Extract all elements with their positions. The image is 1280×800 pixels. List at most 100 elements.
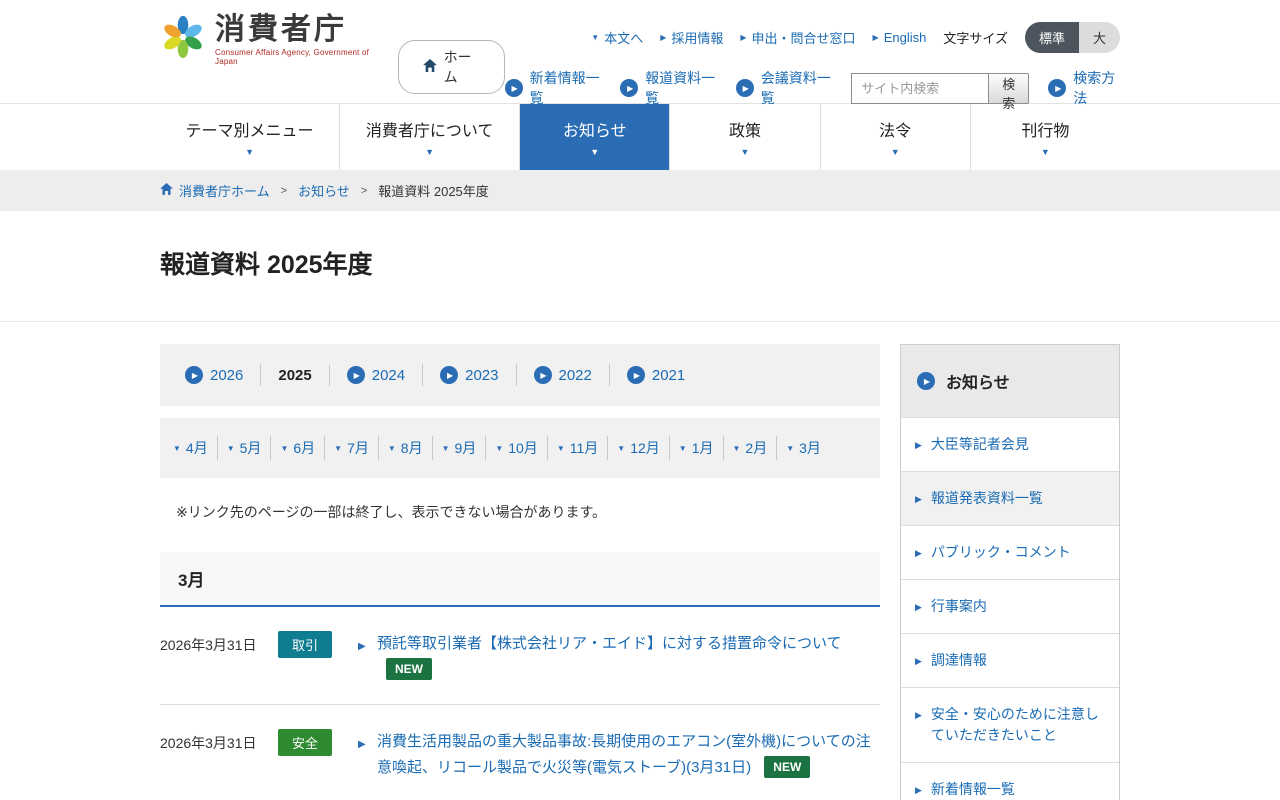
section-header-march: 3月 <box>160 552 880 607</box>
search-button[interactable]: 検索 <box>989 73 1029 104</box>
article-row: 2026年3月31日 取引 ▶ 預託等取引業者【株式会社リア・エイド】に対する措… <box>160 607 880 705</box>
article-link[interactable]: 預託等取引業者【株式会社リア・エイド】に対する措置命令について <box>377 635 842 652</box>
font-size-label: 文字サイズ <box>943 28 1008 47</box>
nav-item-notice[interactable]: お知らせ ▼ <box>519 104 669 170</box>
breadcrumb-separator: > <box>361 185 367 197</box>
article-date: 2026年3月31日 <box>160 631 278 655</box>
circle-arrow-icon: ▶ <box>736 79 754 97</box>
triangle-down-icon: ▼ <box>733 444 741 453</box>
triangle-down-icon: ▼ <box>280 444 288 453</box>
year-tab-2023[interactable]: ▶ 2023 <box>423 364 516 386</box>
sidebar-item-public-comment[interactable]: ▶ パブリック・コメント <box>901 525 1119 579</box>
triangle-right-icon: ▶ <box>915 439 922 453</box>
title-area: 報道資料 2025年度 <box>0 211 1280 322</box>
triangle-down-icon: ▼ <box>786 444 794 453</box>
contact-link[interactable]: ▶ 申出・問合せ窓口 <box>740 28 855 47</box>
search-help-link[interactable]: ▶ 検索方法 <box>1048 68 1120 108</box>
nav-item-policy[interactable]: 政策 ▼ <box>669 104 819 170</box>
triangle-down-icon: ▼ <box>617 444 625 453</box>
breadcrumb-home-link[interactable]: 消費者庁ホーム <box>160 181 270 200</box>
triangle-right-icon: ▶ <box>915 493 922 507</box>
month-link-4[interactable]: ▼ 4月 <box>164 436 218 460</box>
month-link-8[interactable]: ▼ 8月 <box>379 436 433 460</box>
year-tab-2021[interactable]: ▶ 2021 <box>610 364 702 386</box>
year-tab-2025-current: 2025 <box>261 365 329 386</box>
category-badge: 取引 <box>278 631 332 658</box>
breadcrumb-notice-link[interactable]: お知らせ <box>298 181 350 200</box>
circle-arrow-icon: ▶ <box>347 366 365 384</box>
triangle-down-icon: ▼ <box>495 444 503 453</box>
month-link-11[interactable]: ▼ 11月 <box>548 436 608 460</box>
home-button[interactable]: ホーム <box>398 40 505 94</box>
font-size-large-button[interactable]: 大 <box>1079 22 1120 53</box>
month-link-12[interactable]: ▼ 12月 <box>608 436 670 460</box>
year-tab-2024[interactable]: ▶ 2024 <box>330 364 423 386</box>
utility-links: ▼ 本文へ ▶ 採用情報 ▶ 申出・問合せ窓口 ▶ English 文字サイズ <box>591 22 1120 53</box>
triangle-down-icon: ▼ <box>679 444 687 453</box>
circle-arrow-icon: ▶ <box>620 79 638 97</box>
site-search-input[interactable] <box>851 73 989 104</box>
agency-logo-icon <box>160 14 206 65</box>
sidebar-notice-menu: ▶ お知らせ ▶ 大臣等記者会見 ▶ 報道発表資料一覧 ▶ パブリック・コメント… <box>900 344 1120 800</box>
agency-logo[interactable]: 消費者庁 Consumer Affairs Agency, Government… <box>160 13 374 66</box>
month-link-7[interactable]: ▼ 7月 <box>325 436 379 460</box>
triangle-right-icon: ▶ <box>740 33 746 42</box>
new-badge: NEW <box>386 658 432 680</box>
font-size-standard-button[interactable]: 標準 <box>1025 22 1079 53</box>
sidebar-item-press-releases[interactable]: ▶ 報道発表資料一覧 <box>901 471 1119 525</box>
month-filter: ▼ 4月 ▼ 5月 ▼ 6月 ▼ 7月 ▼ 8月 ▼ 9月 <box>160 418 880 478</box>
agency-logo-title: 消費者庁 <box>215 13 374 46</box>
month-link-3[interactable]: ▼ 3月 <box>777 436 830 460</box>
month-link-2[interactable]: ▼ 2月 <box>724 436 778 460</box>
circle-arrow-icon: ▶ <box>440 366 458 384</box>
circle-arrow-icon: ▶ <box>627 366 645 384</box>
triangle-down-icon: ▼ <box>557 444 565 453</box>
month-link-5[interactable]: ▼ 5月 <box>218 436 272 460</box>
sidebar-item-safety-notice[interactable]: ▶ 安全・安心のために注意していただきたいこと <box>901 687 1119 762</box>
sidebar-header-notice[interactable]: ▶ お知らせ <box>901 345 1119 417</box>
triangle-down-icon: ▼ <box>425 148 434 157</box>
month-link-6[interactable]: ▼ 6月 <box>271 436 325 460</box>
year-tab-2022[interactable]: ▶ 2022 <box>517 364 610 386</box>
triangle-right-icon: ▶ <box>915 547 922 561</box>
month-link-1[interactable]: ▼ 1月 <box>670 436 724 460</box>
triangle-down-icon: ▼ <box>173 444 181 453</box>
breadcrumb: 消費者庁ホーム > お知らせ > 報道資料 2025年度 <box>160 181 1120 200</box>
new-info-list-link[interactable]: ▶ 新着情報一覧 <box>505 68 602 108</box>
quick-links-row: ▶ 新着情報一覧 ▶ 報道資料一覧 ▶ 会議資料一覧 検索 ▶ 検索方法 <box>505 68 1120 108</box>
press-list-link[interactable]: ▶ 報道資料一覧 <box>620 68 717 108</box>
nav-item-publications[interactable]: 刊行物 ▼ <box>970 104 1120 170</box>
home-icon <box>160 183 173 198</box>
sidebar-item-press-conference[interactable]: ▶ 大臣等記者会見 <box>901 417 1119 471</box>
triangle-down-icon: ▼ <box>591 33 599 42</box>
english-link[interactable]: ▶ English <box>873 30 927 45</box>
triangle-down-icon: ▼ <box>334 444 342 453</box>
sidebar-item-procurement[interactable]: ▶ 調達情報 <box>901 633 1119 687</box>
main-column: ▶ 2026 2025 ▶ 2024 ▶ 2023 ▶ 2022 ▶ 2021 <box>160 344 880 800</box>
article-date: 2026年3月31日 <box>160 729 278 753</box>
recruit-link[interactable]: ▶ 採用情報 <box>660 28 723 47</box>
triangle-right-icon: ▶ <box>915 709 922 723</box>
month-link-10[interactable]: ▼ 10月 <box>486 436 548 460</box>
triangle-down-icon: ▼ <box>891 148 900 157</box>
triangle-right-icon: ▶ <box>873 33 879 42</box>
triangle-down-icon: ▼ <box>245 148 254 157</box>
month-link-9[interactable]: ▼ 9月 <box>433 436 487 460</box>
sidebar-item-new-info[interactable]: ▶ 新着情報一覧 <box>901 762 1119 800</box>
meeting-list-link[interactable]: ▶ 会議資料一覧 <box>736 68 833 108</box>
home-button-label: ホーム <box>444 47 480 87</box>
triangle-down-icon: ▼ <box>1041 148 1050 157</box>
triangle-down-icon: ▼ <box>590 148 599 157</box>
breadcrumb-current: 報道資料 2025年度 <box>378 181 489 200</box>
breadcrumb-separator: > <box>281 185 287 197</box>
year-tab-2026[interactable]: ▶ 2026 <box>168 364 261 386</box>
skip-to-content-link[interactable]: ▼ 本文へ <box>591 28 643 47</box>
nav-item-laws[interactable]: 法令 ▼ <box>820 104 970 170</box>
link-expiry-note: ※リンク先のページの一部は終了し、表示できない場合があります。 <box>176 502 880 522</box>
nav-item-theme-menu[interactable]: テーマ別メニュー ▼ <box>160 104 339 170</box>
triangle-right-icon: ▶ <box>915 784 922 798</box>
nav-item-about[interactable]: 消費者庁について ▼ <box>339 104 519 170</box>
articles-list: 2026年3月31日 取引 ▶ 預託等取引業者【株式会社リア・エイド】に対する措… <box>160 607 880 800</box>
circle-arrow-icon: ▶ <box>534 366 552 384</box>
sidebar-item-events[interactable]: ▶ 行事案内 <box>901 579 1119 633</box>
